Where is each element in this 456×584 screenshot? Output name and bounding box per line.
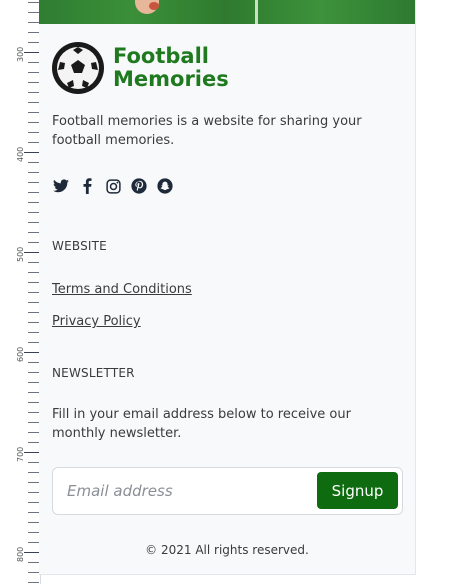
ruler-tick: [28, 492, 39, 493]
ruler-tick: [28, 382, 39, 383]
ruler-tick: [28, 512, 39, 513]
ruler-tick: [28, 582, 39, 583]
ruler-label: 500: [16, 246, 25, 262]
ruler-tick: [28, 412, 39, 413]
ruler-tick: [28, 112, 39, 113]
ruler-tick: [28, 342, 39, 343]
ruler-tick: [28, 402, 39, 403]
brand-name-line2: Memories: [113, 67, 229, 91]
facebook-icon[interactable]: [78, 177, 96, 195]
ruler-tick: [28, 282, 39, 283]
ruler-label: 300: [16, 46, 25, 62]
ruler-tick: [24, 452, 39, 453]
ruler-tick: [28, 162, 39, 163]
ruler-tick: [28, 42, 39, 43]
terms-and-conditions-link[interactable]: Terms and Conditions: [52, 282, 192, 297]
email-input[interactable]: [59, 474, 319, 508]
snapchat-icon[interactable]: [156, 177, 174, 195]
ruler-tick: [28, 362, 39, 363]
ruler-label: 600: [16, 346, 25, 362]
ruler-tick: [28, 482, 39, 483]
privacy-policy-link[interactable]: Privacy Policy: [52, 314, 141, 329]
ruler-tick: [28, 462, 39, 463]
ruler-tick: [28, 372, 39, 373]
ruler-tick: [24, 252, 39, 253]
ruler-tick: [28, 522, 39, 523]
newsletter-form: Signup: [52, 467, 403, 515]
brand-name-line1: Football: [113, 44, 209, 68]
ruler-tick: [28, 322, 39, 323]
ruler-tick: [28, 422, 39, 423]
ruler-tick: [28, 182, 39, 183]
ruler-tick: [28, 62, 39, 63]
pinterest-icon[interactable]: [130, 177, 148, 195]
ruler-tick: [28, 102, 39, 103]
ruler-tick: [28, 32, 39, 33]
ruler-label: 700: [16, 446, 25, 462]
copyright-text: © 2021 All rights reserved.: [145, 543, 309, 557]
ruler-tick: [28, 432, 39, 433]
ruler-tick: [28, 442, 39, 443]
ruler-label: 800: [16, 546, 25, 562]
brand-logo[interactable]: Football Memories: [52, 42, 229, 94]
ruler-tick: [28, 332, 39, 333]
ruler-tick: [28, 122, 39, 123]
ruler-tick: [24, 552, 39, 553]
ruler-tick: [28, 192, 39, 193]
ruler-tick: [28, 242, 39, 243]
site-description: Football memories is a website for shari…: [52, 114, 362, 148]
ruler-tick: [28, 72, 39, 73]
brand-name: Football Memories: [113, 45, 229, 91]
ruler-tick: [28, 262, 39, 263]
ruler-tick: [28, 12, 39, 13]
soccer-ball-icon: [52, 42, 104, 94]
twitter-icon[interactable]: [52, 177, 70, 195]
ruler-tick: [28, 312, 39, 313]
ruler-tick: [28, 212, 39, 213]
ruler-tick: [28, 392, 39, 393]
ruler-tick: [28, 222, 39, 223]
hero-image-strip: [39, 0, 415, 24]
newsletter-heading: NEWSLETTER: [52, 366, 135, 380]
ruler-label: 400: [16, 146, 25, 162]
ruler-tick: [28, 572, 39, 573]
ruler-tick: [28, 272, 39, 273]
newsletter-description: Fill in your email address below to rece…: [52, 407, 351, 441]
ruler-tick: [24, 52, 39, 53]
ruler-tick: [24, 152, 39, 153]
instagram-icon[interactable]: [104, 177, 122, 195]
signup-button[interactable]: Signup: [317, 472, 398, 509]
ruler-tick: [28, 532, 39, 533]
ruler-tick: [28, 132, 39, 133]
vertical-ruler: 300 400 500 600 700 800: [0, 0, 41, 584]
ruler-tick: [28, 92, 39, 93]
ruler-tick: [28, 542, 39, 543]
ruler-tick: [28, 292, 39, 293]
social-links: [52, 177, 182, 195]
ruler-tick: [24, 352, 39, 353]
ruler-tick: [28, 172, 39, 173]
ruler-tick: [28, 82, 39, 83]
ruler-tick: [28, 562, 39, 563]
footer-panel: Football Memories Football memories is a…: [39, 0, 416, 575]
ruler-tick: [28, 2, 39, 3]
ruler-tick: [28, 302, 39, 303]
ruler-tick: [28, 502, 39, 503]
ruler-tick: [28, 472, 39, 473]
ruler-tick: [28, 22, 39, 23]
ruler-tick: [28, 202, 39, 203]
ruler-tick: [28, 142, 39, 143]
website-heading: WEBSITE: [52, 239, 107, 253]
ruler-tick: [28, 232, 39, 233]
